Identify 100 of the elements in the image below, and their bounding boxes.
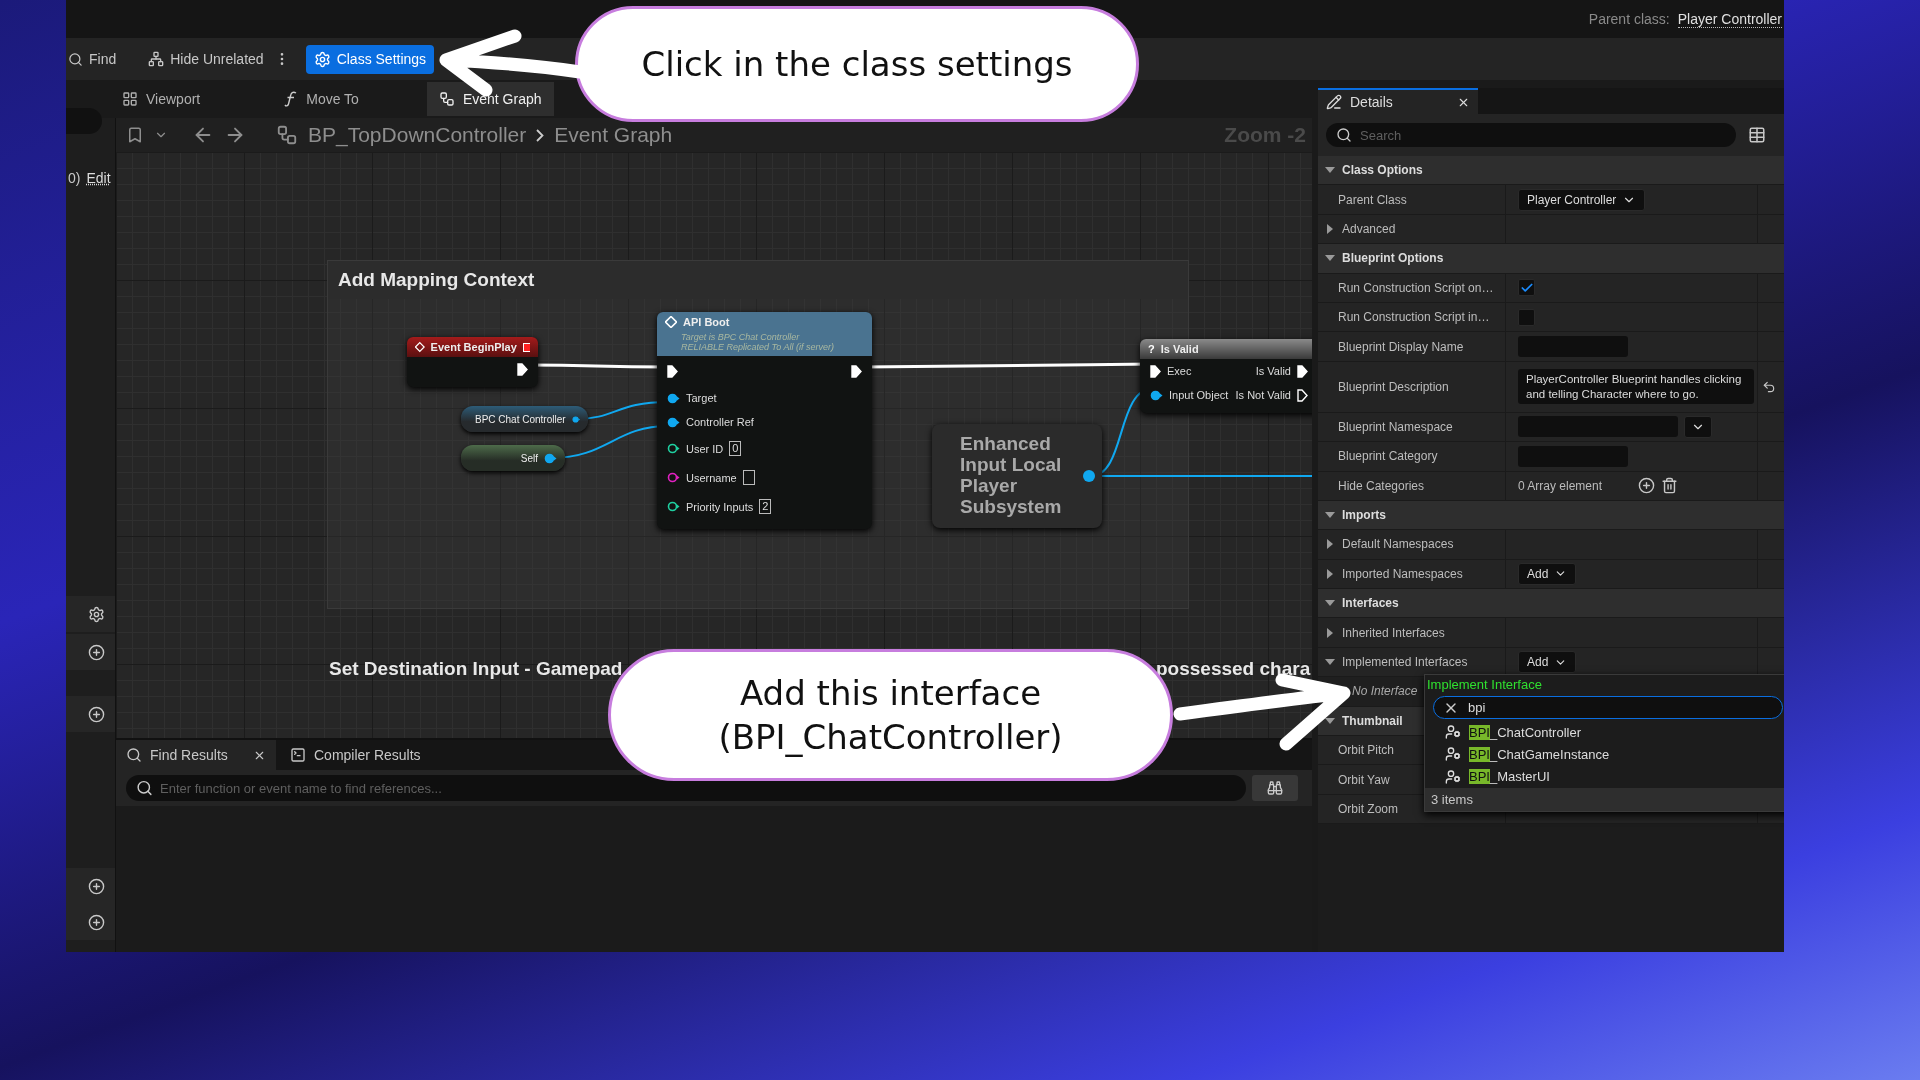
pin-label: Target bbox=[686, 392, 717, 404]
pin-value-field[interactable]: 0 bbox=[729, 441, 742, 456]
section-label: Interfaces bbox=[1342, 596, 1399, 611]
function-icon bbox=[665, 316, 677, 328]
graph-icon bbox=[438, 91, 455, 107]
find-button[interactable]: Find bbox=[66, 44, 125, 74]
class-settings-button[interactable]: Class Settings bbox=[305, 44, 435, 74]
grid-icon bbox=[122, 91, 138, 107]
document-tab[interactable]: Event Graph bbox=[426, 82, 554, 116]
node-title: Enhanced Input Local Player Subsystem bbox=[960, 434, 1063, 518]
pin-value-field[interactable] bbox=[742, 470, 755, 485]
array-count: 0 Array element bbox=[1518, 478, 1603, 493]
property-label: Blueprint Description bbox=[1338, 379, 1449, 394]
pin-label: User ID bbox=[686, 442, 724, 455]
graph-name: Event Graph bbox=[554, 123, 673, 147]
description-field[interactable]: PlayerController Blueprint handles clicking and telling Character where to go. bbox=[1518, 369, 1754, 405]
dropdown-button[interactable] bbox=[1684, 415, 1712, 438]
pin-label: Exec bbox=[1167, 365, 1192, 377]
stop-icon bbox=[522, 342, 530, 352]
parent-class-label: Parent class: bbox=[1588, 11, 1670, 27]
pin-label: Controller Ref bbox=[686, 416, 754, 428]
add-icon[interactable] bbox=[88, 643, 105, 661]
add-icon[interactable] bbox=[88, 705, 105, 723]
sidebar-text: 0) bbox=[68, 170, 81, 186]
comment-title: Add Mapping Context bbox=[337, 268, 536, 292]
node-subtitle: Target is BPC Chat Controller RELIABLE Replicated To All (if server) bbox=[657, 332, 872, 356]
search-icon bbox=[136, 779, 153, 797]
add-button[interactable]: Add bbox=[1518, 562, 1577, 585]
hide-unrelated-button[interactable]: Hide Unrelated bbox=[140, 44, 272, 74]
section-label: Imported Namespaces bbox=[1342, 566, 1463, 581]
panel-tab[interactable]: Find Results bbox=[116, 740, 276, 770]
property-label: Blueprint Display Name bbox=[1338, 339, 1464, 354]
add-icon[interactable] bbox=[1638, 477, 1656, 495]
terminal-icon bbox=[290, 747, 306, 763]
exec-pin-icon bbox=[667, 364, 678, 378]
property-label: Parent Class bbox=[1338, 192, 1407, 207]
item-count: 3 items bbox=[1425, 788, 1784, 811]
settings-icon[interactable] bbox=[88, 605, 105, 623]
checkbox[interactable] bbox=[1518, 279, 1535, 297]
binoculars-icon bbox=[1267, 780, 1283, 796]
callout-text: Add this interface (BPI_ChatController) bbox=[718, 671, 1063, 759]
section-label: Thumbnail bbox=[1342, 713, 1403, 728]
property-label: Orbit Yaw bbox=[1338, 772, 1390, 787]
network-icon bbox=[148, 51, 165, 67]
property-label: Run Construction Script on… bbox=[1338, 280, 1494, 295]
parent-class-dropdown[interactable]: Player Controller bbox=[1518, 188, 1646, 211]
reset-icon[interactable] bbox=[1762, 379, 1776, 394]
pin-icon bbox=[571, 413, 580, 425]
pin-icon bbox=[544, 452, 557, 464]
interface-search-field[interactable]: bpi bbox=[1433, 696, 1783, 719]
function-icon bbox=[284, 91, 299, 107]
blueprint-name: BP_TopDownController bbox=[308, 123, 527, 147]
edit-link[interactable]: Edit bbox=[86, 170, 111, 186]
document-tab[interactable]: Move To bbox=[272, 82, 371, 116]
pencil-icon bbox=[1326, 94, 1342, 110]
add-icon[interactable] bbox=[88, 913, 105, 931]
pin-label: Input Object bbox=[1169, 389, 1229, 401]
delete-icon[interactable] bbox=[1661, 477, 1679, 495]
search-icon bbox=[126, 747, 142, 763]
section-label: Imports bbox=[1342, 508, 1386, 523]
binoculars-button[interactable] bbox=[1252, 775, 1298, 801]
node-title: API Boot bbox=[683, 316, 730, 328]
event-icon bbox=[415, 341, 425, 353]
section-label: Blueprint Options bbox=[1342, 251, 1444, 266]
search-icon bbox=[68, 51, 83, 67]
panel-tab[interactable]: Compiler Results bbox=[280, 740, 460, 770]
pin-label: Username bbox=[686, 471, 737, 484]
property-label: Blueprint Category bbox=[1338, 449, 1438, 464]
find-field[interactable]: Enter function or event name to find references... bbox=[126, 775, 1246, 801]
pin-label: Priority Inputs bbox=[686, 500, 754, 513]
property-label: Run Construction Script in… bbox=[1338, 310, 1490, 325]
bookmark-icon[interactable] bbox=[126, 126, 144, 144]
table-icon[interactable] bbox=[1748, 126, 1766, 144]
pin-label: Is Valid bbox=[1255, 365, 1291, 377]
chevron-icon bbox=[536, 128, 545, 142]
section-label: Advanced bbox=[1342, 221, 1396, 236]
details-tab[interactable]: Details bbox=[1350, 94, 1393, 110]
document-tab[interactable]: Viewport bbox=[110, 82, 213, 116]
property-label: Hide Categories bbox=[1338, 478, 1425, 493]
property-label: Blueprint Namespace bbox=[1338, 419, 1453, 434]
section-label: Class Options bbox=[1342, 163, 1423, 178]
section-label: Default Namespaces bbox=[1342, 537, 1454, 552]
exec-pin-icon bbox=[1150, 364, 1161, 378]
node-title: Is Valid bbox=[1160, 343, 1199, 355]
parent-class-link[interactable]: Player Controller bbox=[1677, 10, 1782, 28]
property-label: Orbit Pitch bbox=[1338, 743, 1394, 758]
comment-title: Set Destination Input - Gamepad bbox=[329, 658, 623, 680]
pin-value-field[interactable]: 2 bbox=[759, 499, 772, 514]
details-search-field[interactable]: Search bbox=[1326, 123, 1736, 147]
add-button[interactable]: Add bbox=[1518, 651, 1577, 674]
graph-icon bbox=[276, 124, 298, 146]
callout-text: Click in the class settings bbox=[641, 42, 1073, 86]
pin-icon bbox=[1082, 469, 1096, 483]
variable-label: BPC Chat Controller bbox=[475, 413, 566, 425]
exec-pin-icon bbox=[851, 364, 862, 378]
property-label: Orbit Zoom bbox=[1338, 802, 1398, 816]
user-gear-icon bbox=[1445, 746, 1461, 763]
search-field[interactable] bbox=[66, 108, 102, 134]
add-icon[interactable] bbox=[88, 877, 105, 895]
checkbox[interactable] bbox=[1518, 308, 1535, 326]
